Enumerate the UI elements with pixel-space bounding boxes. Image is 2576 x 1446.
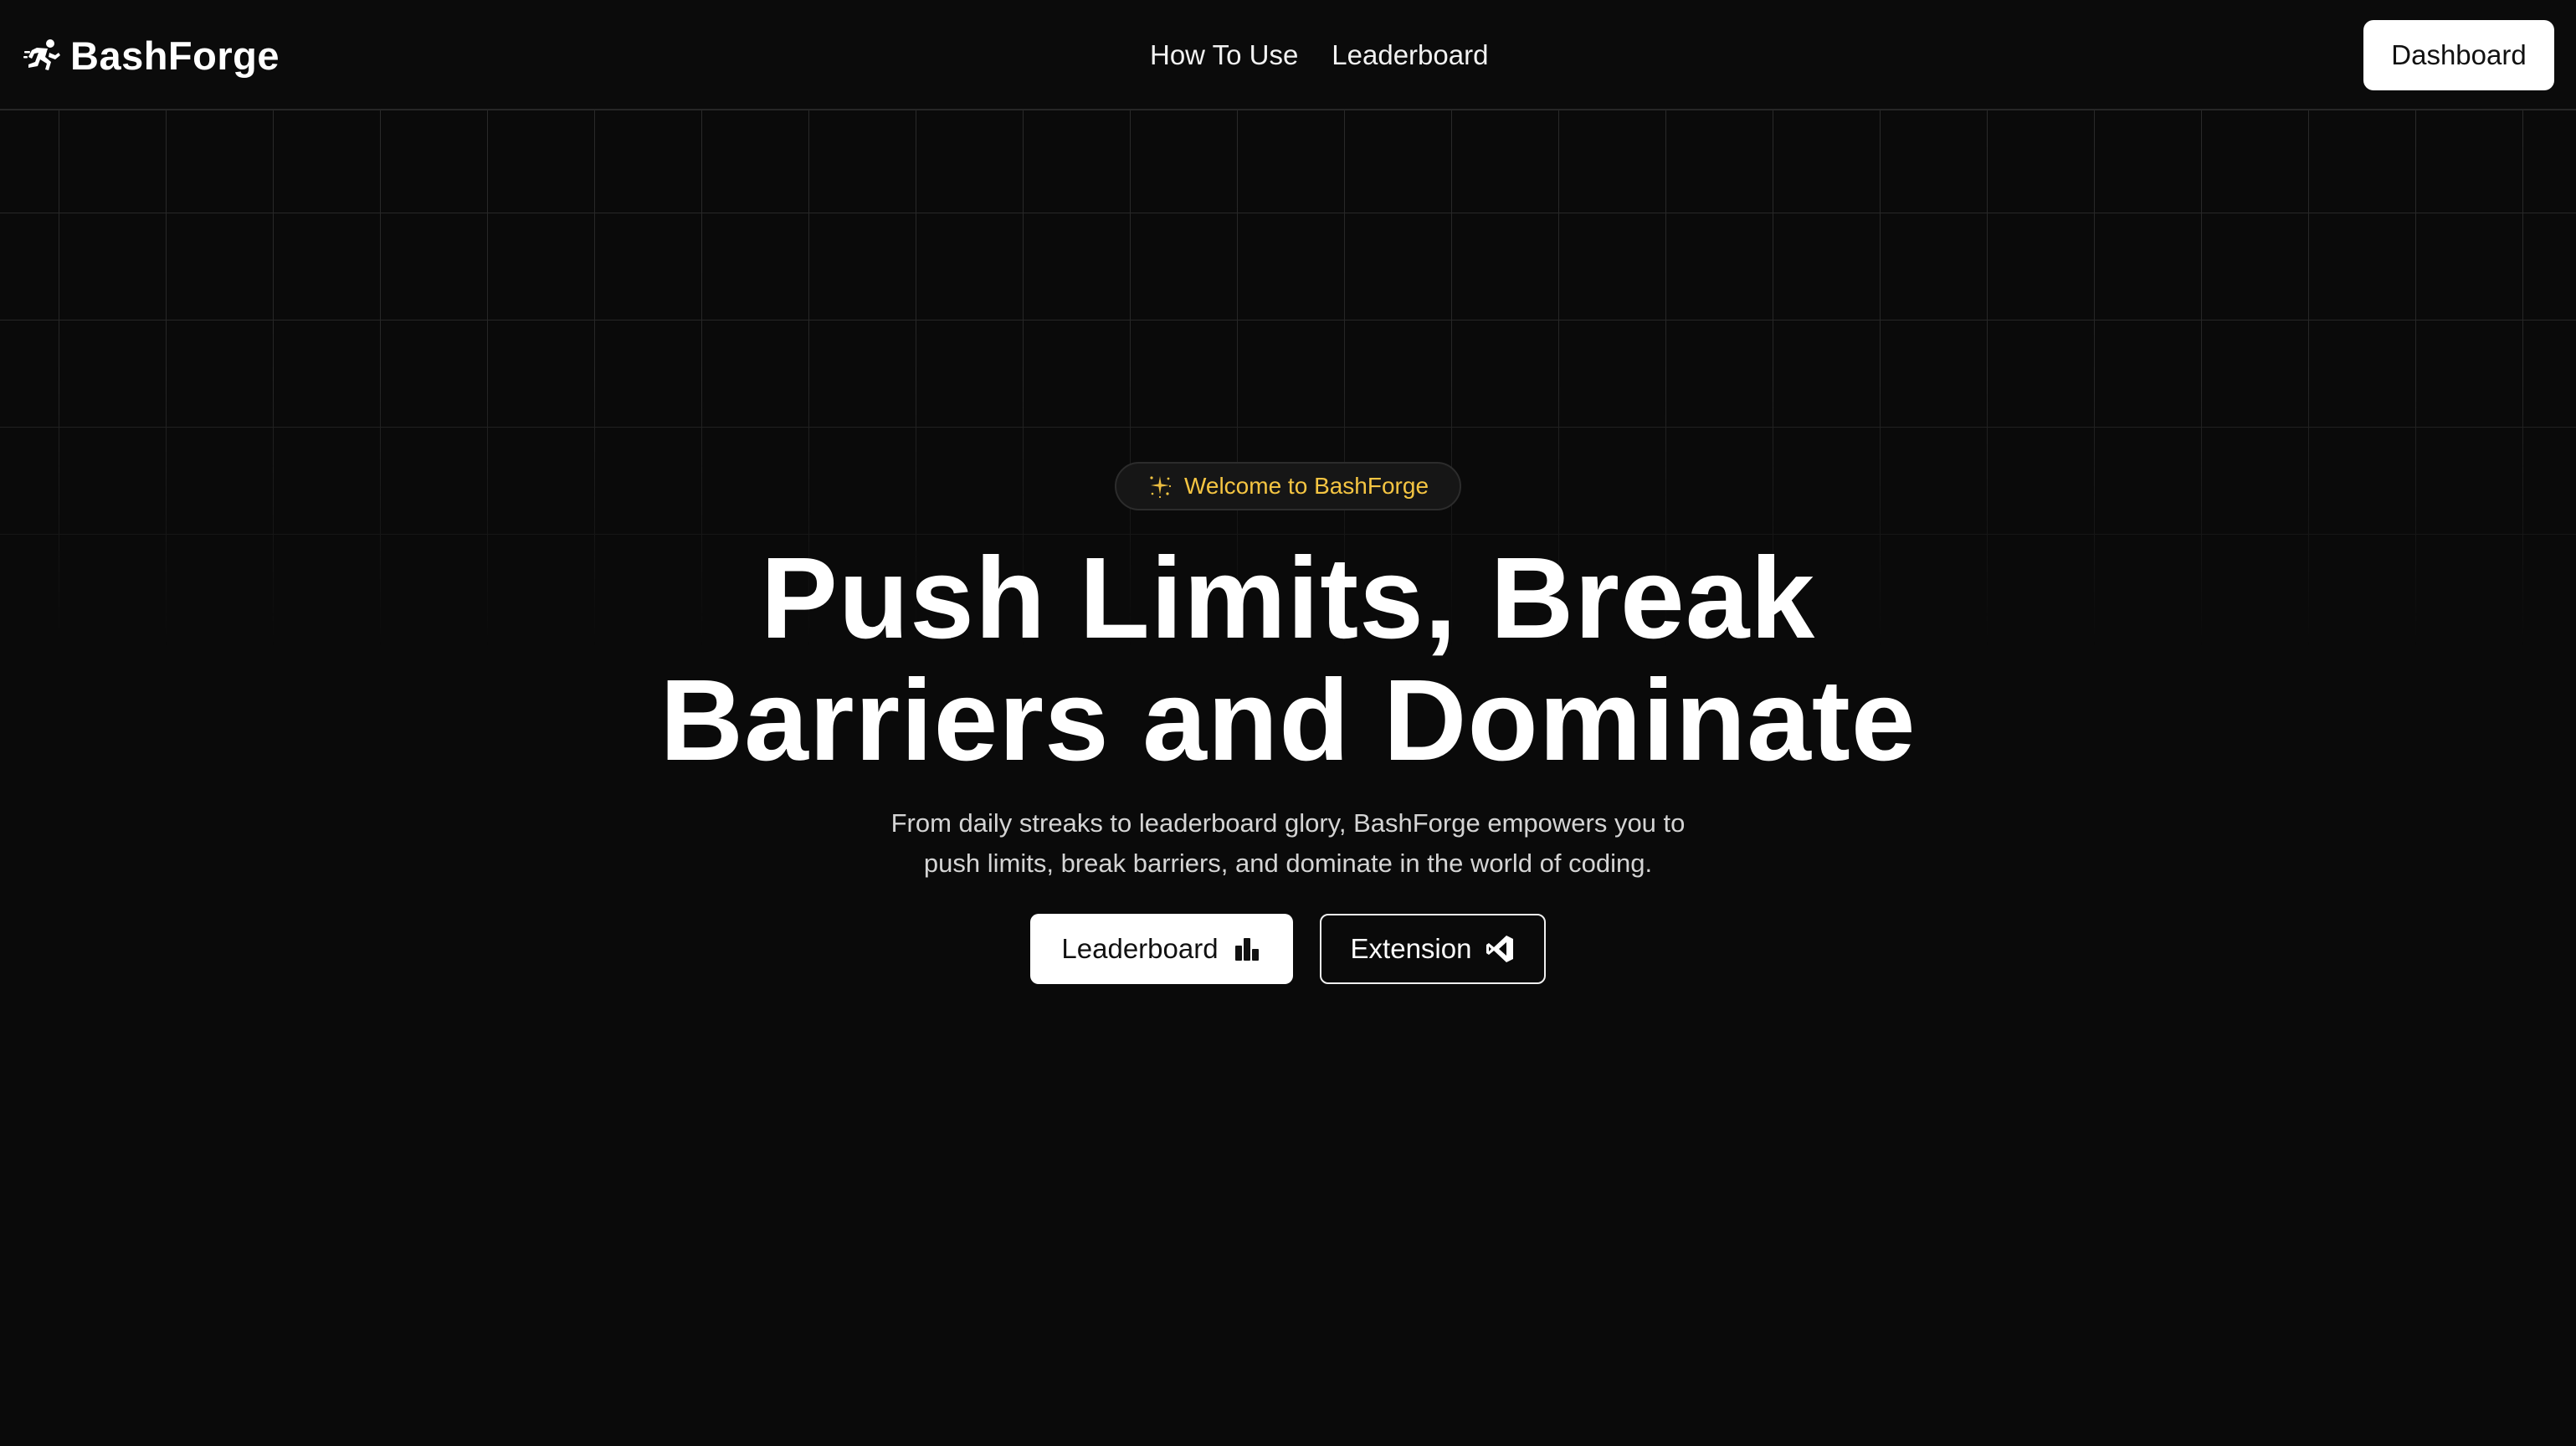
hero-headline-line-2: Barriers and Dominate: [659, 656, 1917, 785]
leaderboard-cta-button[interactable]: Leaderboard: [1030, 914, 1293, 984]
welcome-badge-text: Welcome to BashForge: [1183, 473, 1429, 499]
nav-link-how-to-use[interactable]: How To Use: [1150, 39, 1298, 71]
bar-chart-icon: [1234, 938, 1259, 961]
landing-page: BashForge How To Use Leaderboard Dashboa…: [0, 0, 2576, 1446]
hero-headline-line-1: Push Limits, Break: [760, 534, 1816, 663]
hero-headline: Push Limits, Break Barriers and Dominate: [0, 537, 2576, 782]
brand-name: BashForge: [70, 33, 280, 78]
sparkles-icon: [1150, 476, 1172, 499]
dashboard-button[interactable]: Dashboard: [2363, 20, 2554, 90]
top-navbar: BashForge How To Use Leaderboard Dashboa…: [0, 0, 2576, 110]
welcome-badge: Welcome to BashForge: [1115, 462, 1461, 510]
nav-link-leaderboard[interactable]: Leaderboard: [1332, 39, 1488, 71]
leaderboard-cta-label: Leaderboard: [1061, 933, 1219, 964]
primary-nav: How To Use Leaderboard: [1150, 32, 1488, 79]
brand-logo-link[interactable]: BashForge: [23, 30, 280, 80]
extension-cta-button[interactable]: Extension: [1320, 914, 1546, 984]
extension-cta-label: Extension: [1350, 933, 1472, 964]
hero-subtitle-line-2: push limits, break barriers, and dominat…: [923, 849, 1653, 878]
vscode-icon: [1486, 936, 1514, 962]
hero-subtitle-line-1: From daily streaks to leaderboard glory,…: [890, 808, 1686, 838]
runner-logo-icon: [23, 39, 60, 70]
hero-subtitle: From daily streaks to leaderboard glory,…: [786, 803, 1790, 884]
hero-cta-group: Leaderboard Extension: [0, 914, 2576, 984]
